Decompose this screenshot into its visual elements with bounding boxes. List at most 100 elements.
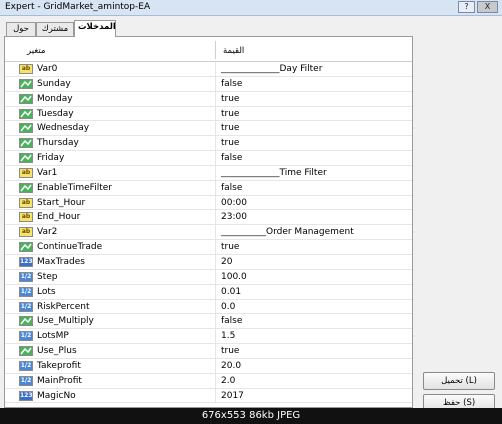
parameter-value[interactable]: true [221,346,239,356]
column-divider [215,254,216,269]
parameter-row[interactable]: ab Var1 _____________Time Filter [5,165,412,181]
help-button[interactable]: ? [458,1,475,13]
parameter-name: Monday [37,93,73,104]
parameter-row[interactable]: Tuesday true [5,106,412,122]
parameter-value[interactable]: true [221,242,239,252]
close-button[interactable]: X [477,1,498,13]
parameter-row[interactable]: ab Var0 _____________Day Filter [5,62,412,77]
parameter-row[interactable]: 1/2 Step 100.0 [5,269,412,285]
parameter-value[interactable]: true [221,138,239,148]
column-divider [215,165,216,180]
parameter-row[interactable]: 1/2 MainProfit 2.0 [5,373,412,389]
parameter-value[interactable]: __________Order Management [221,227,354,237]
header-value[interactable]: القيمة [223,46,244,56]
parameter-value[interactable]: 00:00 [221,198,247,208]
parameter-value[interactable]: false [221,79,242,89]
parameter-name: EnableTimeFilter [37,182,112,193]
parameter-row[interactable]: Sunday false [5,76,412,92]
parameter-value[interactable]: 20 [221,257,232,267]
parameter-name: Var2 [37,227,58,238]
column-divider [215,151,216,165]
column-divider [215,329,216,344]
parameter-value[interactable]: 0.0 [221,302,235,312]
parameter-row[interactable]: Thursday true [5,136,412,152]
string-type-icon: ab [19,64,33,74]
parameter-name: Thursday [37,138,79,149]
column-divider [215,314,216,329]
parameters-list: ab Var0 _____________Day Filter Sunday false… [5,62,412,404]
boolean-type-icon [19,78,33,89]
parameter-value[interactable]: false [221,153,242,163]
parameter-name: Takeprofit [37,360,81,371]
boolean-type-icon [19,123,33,134]
column-divider [215,62,216,76]
parameter-value[interactable]: true [221,123,239,133]
parameter-row[interactable]: 123 MaxTrades 20 [5,254,412,270]
parameter-name: MaxTrades [37,256,85,267]
double-type-icon: 1/2 [19,301,33,312]
parameter-row[interactable]: Use_Plus true [5,344,412,359]
column-divider [215,76,216,91]
integer-type-icon: 123 [19,390,33,401]
parameter-row[interactable]: ContinueTrade true [5,240,412,255]
parameter-name: Tuesday [37,108,74,119]
parameter-row[interactable]: 1/2 Takeprofit 20.0 [5,358,412,374]
column-divider [215,136,216,151]
header-variable[interactable]: متغير [27,46,45,56]
parameter-value[interactable]: 23:00 [221,212,247,222]
parameter-value[interactable]: _____________Time Filter [221,168,327,178]
double-type-icon: 1/2 [19,286,33,297]
parameter-value[interactable]: true [221,109,239,119]
parameter-row[interactable]: ab Start_Hour 00:00 [5,195,412,211]
boolean-type-icon [19,182,33,193]
column-divider [215,106,216,121]
header-divider[interactable] [215,41,216,59]
boolean-type-icon [19,316,33,327]
column-divider [215,91,216,106]
parameter-row[interactable]: 1/2 Lots 0.01 [5,284,412,300]
parameter-row[interactable]: Friday false [5,151,412,166]
parameter-name: Var1 [37,167,58,178]
column-divider [215,344,216,358]
column-divider [215,180,216,195]
parameter-value[interactable]: 20.0 [221,361,241,371]
parameter-value[interactable]: 2.0 [221,376,235,386]
parameter-value[interactable]: 2017 [221,391,244,401]
parameter-name: ContinueTrade [37,242,103,253]
tab-about[interactable]: حول [6,22,36,36]
parameter-value[interactable]: false [221,316,242,326]
parameter-row[interactable]: ab Var2 __________Order Management [5,225,412,241]
tab-common[interactable]: مشترك [36,22,74,36]
parameter-row[interactable]: 1/2 RiskPercent 0.0 [5,299,412,315]
image-info-bar: 676x553 86kb JPEG [0,408,502,424]
column-divider [215,240,216,254]
parameter-value[interactable]: _____________Day Filter [221,64,322,74]
parameter-row[interactable]: 1/2 LotsMP 1.5 [5,329,412,345]
parameter-name: LotsMP [37,331,69,342]
boolean-type-icon [19,153,33,164]
parameter-name: Use_Multiply [37,316,94,327]
parameter-row[interactable]: Wednesday true [5,121,412,137]
parameter-row[interactable]: EnableTimeFilter false [5,180,412,196]
parameter-value[interactable]: false [221,183,242,193]
parameter-row[interactable]: Monday true [5,91,412,107]
parameter-name: Sunday [37,78,71,89]
column-divider [215,225,216,240]
parameter-value[interactable]: 1.5 [221,331,235,341]
parameter-row[interactable]: 123 MagicNo 2017 [5,388,412,404]
parameter-value[interactable]: 0.01 [221,287,241,297]
load-button[interactable]: تحميل (L) [423,372,495,390]
parameter-row[interactable]: Use_Multiply false [5,314,412,330]
parameter-name: MainProfit [37,375,82,386]
string-type-icon: ab [19,197,33,208]
tab-inputs[interactable]: المدخلات [74,20,116,37]
parameter-value[interactable]: true [221,94,239,104]
parameter-name: Wednesday [37,123,90,134]
column-divider [215,299,216,314]
parameter-row[interactable]: ab End_Hour 23:00 [5,210,412,226]
parameter-value[interactable]: 100.0 [221,272,247,282]
boolean-type-icon [19,138,33,149]
column-divider [215,373,216,388]
string-type-icon: ab [19,212,33,223]
column-divider [215,358,216,373]
